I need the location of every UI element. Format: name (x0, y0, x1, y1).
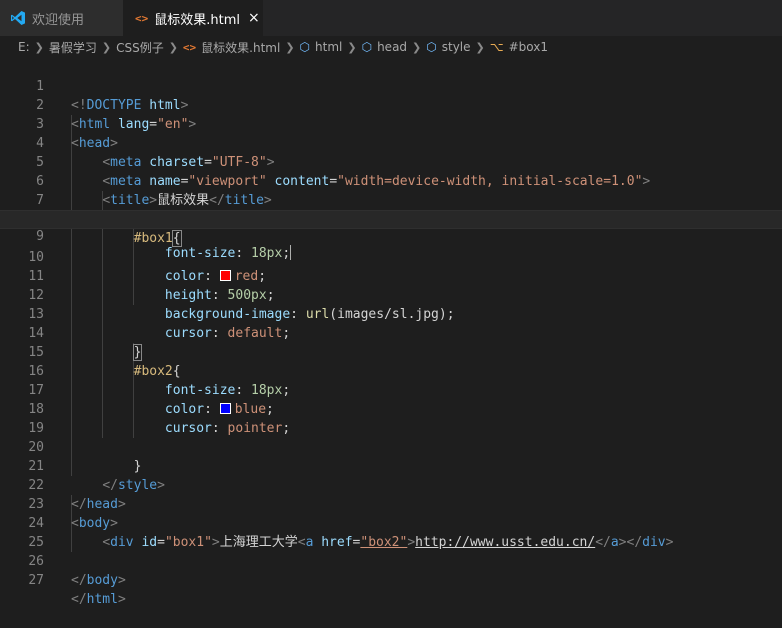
code-line[interactable]: 10 color: red; (0, 229, 782, 284)
code-line[interactable]: 25 (0, 514, 782, 550)
chevron-right-icon: ❯ (101, 40, 112, 54)
code-line[interactable]: 1 <!DOCTYPE html> (0, 58, 782, 113)
code-line[interactable]: 23 <body> (0, 476, 782, 531)
chevron-right-icon: ❯ (347, 40, 357, 54)
code-line[interactable]: 18 cursor: pointer; (0, 381, 782, 436)
tab-welcome[interactable]: 欢迎使用 (0, 0, 123, 36)
code-line[interactable]: 6 <title>鼠标效果</title> (0, 153, 782, 208)
breadcrumb-folder[interactable]: 暑假学习 (49, 39, 97, 56)
code-line[interactable]: 2 <html lang="en"> (0, 77, 782, 132)
code-line[interactable]: 24 <div id="box1">上海理工大学<a href="box2">h… (0, 495, 782, 550)
chevron-right-icon: ❯ (475, 40, 485, 54)
breadcrumb-head[interactable]: ⬡ head (362, 40, 407, 54)
code-line[interactable]: 17 color: blue; (0, 362, 782, 417)
chevron-right-icon: ❯ (34, 40, 44, 54)
css-selector-icon: ⌥ (489, 40, 504, 54)
code-line[interactable]: 15 #box2{ (0, 324, 782, 379)
code-line[interactable]: 16 font-size: 18px; (0, 343, 782, 398)
vscode-icon (11, 11, 25, 25)
tab-label: 鼠标效果.html (154, 12, 240, 28)
code-line[interactable]: 3 <head> (0, 96, 782, 151)
code-line[interactable]: 14 } (0, 305, 782, 361)
breadcrumb-file[interactable]: <> 鼠标效果.html (183, 39, 280, 56)
chevron-right-icon: ❯ (412, 40, 422, 54)
breadcrumb-style-label: style (441, 40, 471, 54)
code-line[interactable]: 21 </style> (0, 438, 782, 493)
code-line[interactable]: 7 <style> (0, 172, 782, 227)
breadcrumb-file-label: 鼠标效果.html (201, 40, 281, 55)
code-line[interactable]: 27 </html> (0, 552, 782, 607)
code-editor[interactable]: 1 <!DOCTYPE html> 2 <html lang="en"> 3 <… (0, 58, 782, 607)
code-line[interactable]: 26 </body> (0, 533, 782, 588)
chevron-right-icon: ❯ (168, 40, 178, 54)
code-token: body (86, 573, 118, 588)
breadcrumb-html[interactable]: ⬡ html (300, 40, 343, 54)
breadcrumb: E: ❯ 暑假学习 ❯ CSS例子 ❯ <> 鼠标效果.html ❯ ⬡ htm… (0, 36, 782, 58)
breadcrumb-selector-label: #box1 (508, 40, 548, 54)
html-file-icon: <> (135, 11, 149, 25)
code-line-current[interactable]: 9 font-size: 18px; (0, 210, 782, 261)
tab-mouse-effect-html[interactable]: <> 鼠标效果.html × (123, 0, 263, 36)
line-number: 27 (28, 573, 44, 588)
code-line[interactable]: 11 height: 500px; (0, 248, 782, 303)
breadcrumb-html-label: html (315, 40, 343, 54)
breadcrumb-style[interactable]: ⬡ style (426, 40, 470, 54)
code-line[interactable]: 19 (0, 400, 782, 436)
code-line[interactable]: 13 cursor: default; (0, 286, 782, 341)
html-file-icon: <> (182, 40, 197, 54)
breadcrumb-selector[interactable]: ⌥ #box1 (490, 40, 548, 54)
code-line[interactable]: 5 <meta name="viewport" content="width=d… (0, 134, 782, 189)
code-line[interactable]: 8 #box1{ (0, 191, 782, 247)
breadcrumb-head-label: head (377, 40, 408, 54)
element-cube-icon: ⬡ (426, 40, 437, 54)
code-line[interactable]: 22 </head> (0, 457, 782, 512)
chevron-right-icon: ❯ (285, 40, 295, 54)
breadcrumb-drive[interactable]: E: (18, 40, 30, 54)
code-token: html (86, 592, 118, 607)
element-cube-icon: ⬡ (361, 40, 373, 54)
code-line[interactable]: 4 <meta charset="UTF-8"> (0, 115, 782, 170)
code-line[interactable]: 20 } (0, 419, 782, 474)
breadcrumb-folder[interactable]: CSS例子 (116, 39, 164, 56)
code-line[interactable]: 12 background-image: url(images/sl.jpg); (0, 267, 782, 322)
close-icon[interactable]: × (248, 10, 260, 26)
element-cube-icon: ⬡ (299, 40, 311, 54)
tab-bar: 欢迎使用 <> 鼠标效果.html × (0, 0, 782, 36)
tab-label: 欢迎使用 (32, 12, 85, 28)
